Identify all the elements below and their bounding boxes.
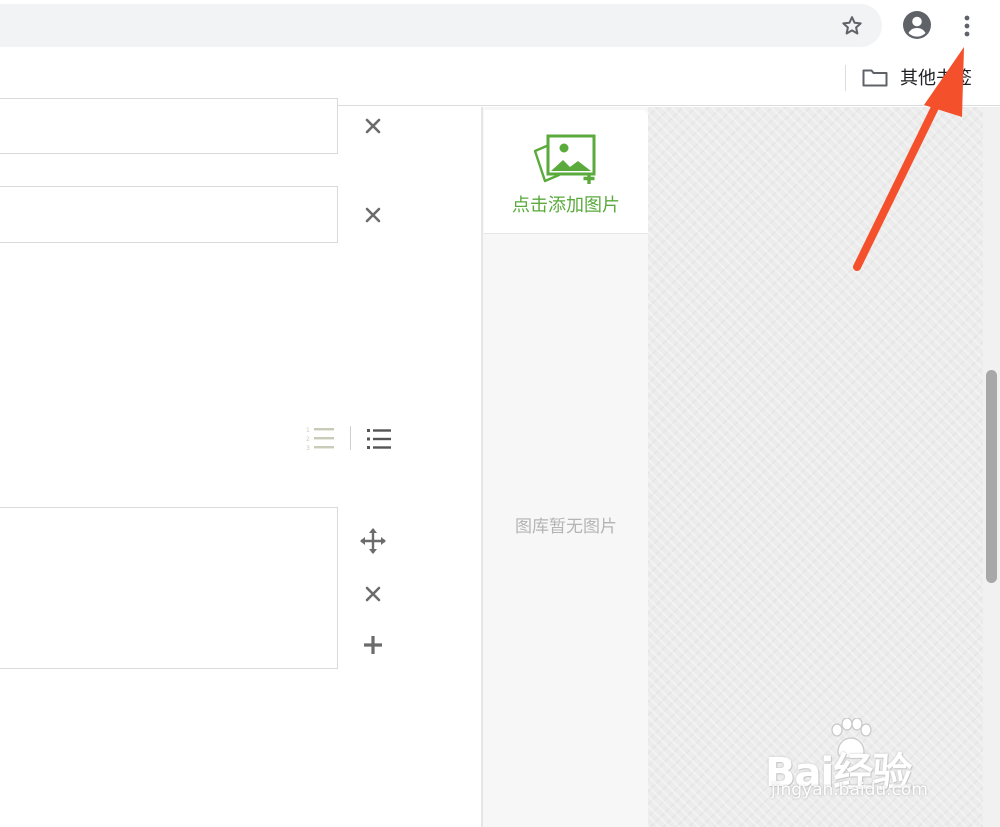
svg-text:1: 1 bbox=[306, 427, 310, 434]
account-circle-icon bbox=[903, 11, 931, 39]
remove-block-button[interactable] bbox=[360, 581, 386, 607]
content-textarea[interactable] bbox=[0, 507, 338, 669]
close-icon bbox=[365, 207, 381, 223]
add-image-label: 点击添加图片 bbox=[512, 195, 620, 216]
baidu-jingyan-watermark: Bai经验 jingyan.baidu.com bbox=[765, 718, 955, 808]
annotation-arrow bbox=[853, 47, 964, 271]
move-icon bbox=[360, 528, 386, 554]
star-icon bbox=[842, 16, 862, 35]
unordered-list-toggle[interactable] bbox=[364, 424, 394, 454]
watermark-url: jingyan.baidu.com bbox=[771, 780, 928, 800]
add-image-icon bbox=[533, 134, 596, 184]
text-field-1[interactable] bbox=[0, 98, 338, 154]
plus-icon bbox=[364, 636, 382, 654]
more-vert-icon bbox=[964, 15, 970, 37]
profile-button[interactable] bbox=[901, 9, 933, 41]
remove-field-2-button[interactable] bbox=[360, 202, 386, 228]
add-block-button[interactable] bbox=[360, 632, 386, 658]
unordered-list-icon bbox=[367, 429, 391, 449]
move-block-handle[interactable] bbox=[358, 526, 388, 556]
ordered-list-toggle[interactable]: 1 2 3 bbox=[305, 424, 337, 454]
scrollbar-thumb[interactable] bbox=[986, 370, 997, 583]
bookmark-star-button[interactable] bbox=[838, 12, 866, 40]
list-toggle-divider bbox=[350, 426, 351, 450]
ordered-list-icon: 1 2 3 bbox=[306, 427, 334, 452]
library-empty-message: 图库暂无图片 bbox=[515, 517, 617, 537]
text-field-2[interactable] bbox=[0, 186, 338, 243]
svg-text:2: 2 bbox=[306, 436, 310, 443]
chrome-menu-button[interactable] bbox=[956, 12, 978, 40]
add-image-button[interactable]: 点击添加图片 bbox=[484, 110, 648, 234]
close-icon bbox=[365, 118, 381, 134]
close-icon bbox=[365, 586, 381, 602]
remove-field-1-button[interactable] bbox=[360, 113, 386, 139]
address-bar[interactable] bbox=[0, 4, 882, 47]
svg-text:3: 3 bbox=[306, 445, 310, 452]
